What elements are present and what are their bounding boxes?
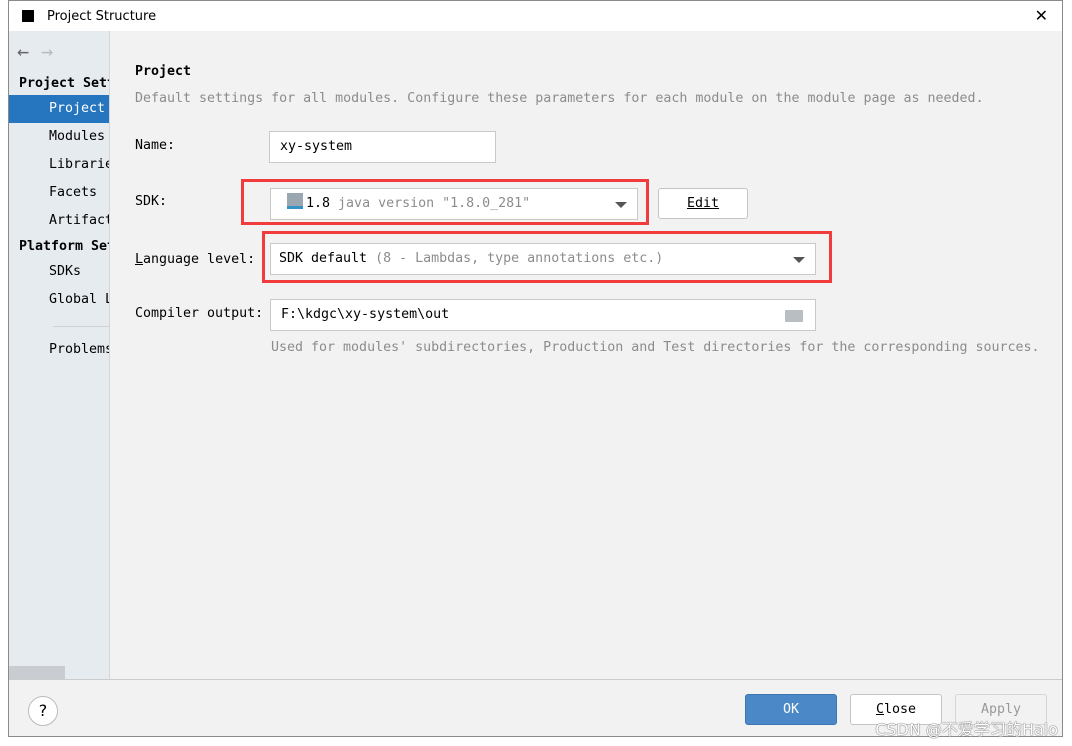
section-platform-settings: Platform Settings (19, 239, 109, 254)
page-description: Default settings for all modules. Config… (135, 91, 984, 106)
sidebar-item-libraries[interactable]: Libraries (9, 151, 109, 179)
watermark: CSDN @不爱学习的Halo (875, 720, 1058, 739)
sidebar-divider (53, 326, 109, 327)
help-button[interactable]: ? (28, 696, 58, 726)
page-title: Project (135, 64, 192, 79)
name-input[interactable]: xy-system (269, 131, 496, 163)
intellij-logo-icon (19, 7, 37, 25)
edit-sdk-button[interactable]: Edit (658, 188, 748, 219)
sidebar-item-artifacts[interactable]: Artifacts (9, 207, 109, 235)
compiler-output-input[interactable]: F:\kdgc\xy-system\out (270, 299, 816, 331)
ok-button[interactable]: OK (745, 694, 837, 725)
footer-divider (9, 679, 1062, 680)
browse-folder-icon[interactable] (785, 310, 803, 322)
label-rest: anguage level: (143, 252, 256, 267)
back-arrow-icon[interactable]: ← (17, 39, 29, 63)
sidebar-item-global-libraries[interactable]: Global Libraries (9, 286, 109, 314)
compiler-output-hint: Used for modules' subdirectories, Produc… (271, 340, 1040, 355)
section-project-settings: Project Settings (19, 76, 109, 91)
project-structure-dialog: Project Structure ✕ ←→ Project Settings … (8, 0, 1063, 737)
sidebar-item-sdks[interactable]: SDKs (9, 258, 109, 286)
highlight-box-language-level (262, 231, 832, 283)
compiler-output-label: Compiler output: (135, 306, 264, 321)
sidebar-item-project[interactable]: Project (9, 95, 109, 123)
sidebar-item-problems[interactable]: Problems (9, 336, 109, 364)
label-rest: lose (883, 702, 917, 717)
close-icon[interactable]: ✕ (1035, 6, 1048, 25)
project-settings-panel: Project Default settings for all modules… (110, 31, 1062, 679)
name-label: Name: (135, 138, 176, 153)
mnemonic: L (135, 252, 144, 267)
sidebar: ←→ Project Settings Project Modules Libr… (9, 31, 110, 679)
mnemonic: C (875, 702, 884, 717)
edit-label: Edit (686, 196, 720, 211)
horizontal-scrollbar[interactable] (9, 666, 65, 679)
forward-arrow-icon[interactable]: → (41, 39, 53, 63)
sdk-label: SDK: (135, 194, 168, 209)
highlight-box-sdk (241, 179, 649, 225)
title-bar: Project Structure ✕ (9, 1, 1062, 31)
compiler-output-value: F:\kdgc\xy-system\out (281, 307, 450, 322)
sidebar-item-modules[interactable]: Modules (9, 123, 109, 151)
sidebar-item-facets[interactable]: Facets (9, 179, 109, 207)
language-level-label: Language level: (135, 252, 255, 267)
navigation: ← → (17, 39, 65, 63)
dialog-title: Project Structure (47, 8, 157, 24)
